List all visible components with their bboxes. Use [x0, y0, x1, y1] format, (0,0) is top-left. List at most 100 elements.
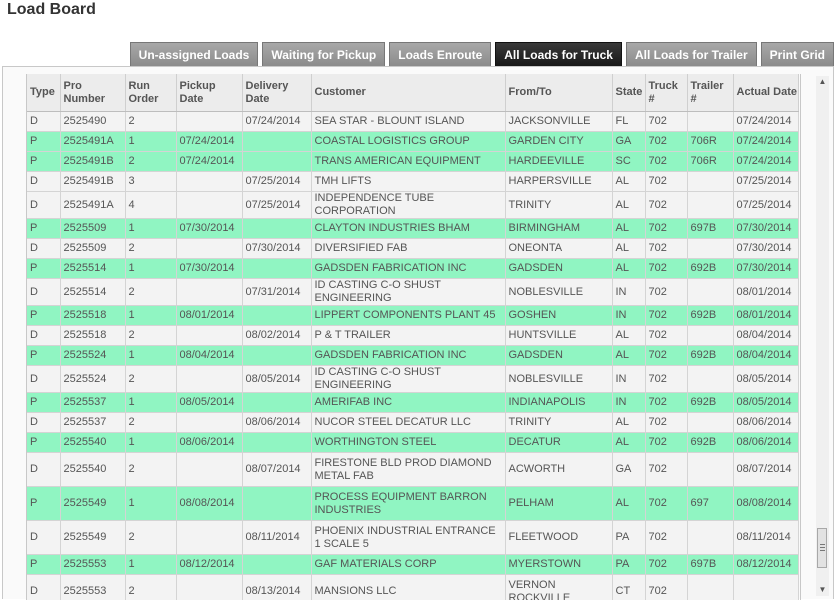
cell-truck: 702	[645, 393, 687, 413]
column-header-delivery-date[interactable]: Delivery Date	[242, 74, 311, 112]
cell-pickup-date	[176, 279, 242, 306]
tab-all-loads-for-trailer[interactable]: All Loads for Trailer	[626, 42, 757, 67]
cell-pro-number: 2525491B	[60, 172, 125, 192]
table-row[interactable]: D2525490207/24/2014SEA STAR - BLOUNT ISL…	[27, 112, 798, 132]
table-row[interactable]: D2525509207/30/2014DIVERSIFIED FABONEONT…	[27, 239, 798, 259]
cell-type: P	[27, 346, 60, 366]
column-header-trailer[interactable]: Trailer #	[687, 74, 733, 112]
cell-pro-number: 2525491B	[60, 152, 125, 172]
cell-actual-date: 08/05/2014	[733, 393, 798, 413]
cell-trailer	[687, 575, 733, 600]
table-row[interactable]: D2525549208/11/2014PHOENIX INDUSTRIAL EN…	[27, 521, 798, 555]
cell-trailer: 692B	[687, 306, 733, 326]
cell-type: P	[27, 393, 60, 413]
table-row[interactable]: P2525514107/30/2014GADSDEN FABRICATION I…	[27, 259, 798, 279]
table-row[interactable]: D2525491B307/25/2014TMH LIFTSHARPERSVILL…	[27, 172, 798, 192]
cell-actual-date: 08/07/2014	[733, 453, 798, 487]
cell-state: IN	[612, 279, 645, 306]
cell-actual-date: 07/30/2014	[733, 239, 798, 259]
table-row[interactable]: P2525509107/30/2014CLAYTON INDUSTRIES BH…	[27, 219, 798, 239]
cell-type: D	[27, 279, 60, 306]
cell-delivery-date: 08/07/2014	[242, 453, 311, 487]
cell-truck: 702	[645, 306, 687, 326]
column-header-customer[interactable]: Customer	[311, 74, 505, 112]
cell-delivery-date: 07/31/2014	[242, 279, 311, 306]
vertical-scrollbar[interactable]: ▲ ▼	[816, 76, 829, 596]
table-row[interactable]: P2525553108/12/2014GAF MATERIALS CORPMYE…	[27, 555, 798, 575]
cell-pickup-date: 07/30/2014	[176, 259, 242, 279]
table-row[interactable]: D2525524208/05/2014ID CASTING C-O SHUST …	[27, 366, 798, 393]
cell-from-to: HARPERSVILLE	[505, 172, 612, 192]
column-header-actual-date[interactable]: Actual Date	[733, 74, 798, 112]
cell-trailer: 692B	[687, 393, 733, 413]
cell-trailer: 697B	[687, 555, 733, 575]
cell-truck: 702	[645, 413, 687, 433]
arrow-up-icon[interactable]: ▲	[816, 76, 829, 88]
cell-run-order: 2	[125, 279, 176, 306]
column-header-pickup-date[interactable]: Pickup Date	[176, 74, 242, 112]
scrollbar-thumb[interactable]	[817, 528, 827, 568]
column-header-truck[interactable]: Truck #	[645, 74, 687, 112]
cell-customer: CLAYTON INDUSTRIES BHAM	[311, 219, 505, 239]
cell-customer: WORTHINGTON STEEL	[311, 433, 505, 453]
cell-state: PA	[612, 521, 645, 555]
cell-customer: PROCESS EQUIPMENT BARRON INDUSTRIES	[311, 487, 505, 521]
cell-actual-date: 08/01/2014	[733, 279, 798, 306]
load-grid-panel: Type Pro Number Run Order Pickup Date De…	[2, 66, 834, 599]
arrow-down-icon[interactable]: ▼	[816, 584, 829, 596]
table-row[interactable]: D2525518208/02/2014P & T TRAILERHUNTSVIL…	[27, 326, 798, 346]
cell-truck: 702	[645, 453, 687, 487]
cell-pro-number: 2525514	[60, 259, 125, 279]
cell-from-to: DECATUR	[505, 433, 612, 453]
table-row[interactable]: P2525524108/04/2014GADSDEN FABRICATION I…	[27, 346, 798, 366]
table-row[interactable]: D2525540208/07/2014FIRESTONE BLD PROD DI…	[27, 453, 798, 487]
tab-waiting-for-pickup[interactable]: Waiting for Pickup	[262, 42, 385, 67]
cell-truck: 702	[645, 219, 687, 239]
table-row[interactable]: D2525491A407/25/2014INDEPENDENCE TUBE CO…	[27, 192, 798, 219]
table-row[interactable]: D2525537208/06/2014NUCOR STEEL DECATUR L…	[27, 413, 798, 433]
cell-type: P	[27, 555, 60, 575]
tab-unassigned-loads[interactable]: Un-assigned Loads	[130, 42, 259, 67]
column-header-run-order[interactable]: Run Order	[125, 74, 176, 112]
cell-pro-number: 2525537	[60, 413, 125, 433]
cell-truck: 702	[645, 346, 687, 366]
cell-delivery-date	[242, 393, 311, 413]
cell-actual-date: 07/30/2014	[733, 259, 798, 279]
column-header-pro-number[interactable]: Pro Number	[60, 74, 125, 112]
column-header-from-to[interactable]: From/To	[505, 74, 612, 112]
cell-state: IN	[612, 393, 645, 413]
table-row[interactable]: D2525514207/31/2014ID CASTING C-O SHUST …	[27, 279, 798, 306]
table-row[interactable]: D2525553208/13/2014MANSIONS LLCVERNON RO…	[27, 575, 798, 600]
cell-customer: GADSDEN FABRICATION INC	[311, 346, 505, 366]
cell-type: D	[27, 575, 60, 600]
cell-pro-number: 2525518	[60, 306, 125, 326]
tab-loads-enroute[interactable]: Loads Enroute	[389, 42, 491, 67]
cell-run-order: 1	[125, 219, 176, 239]
cell-trailer	[687, 326, 733, 346]
table-row[interactable]: P2525540108/06/2014WORTHINGTON STEELDECA…	[27, 433, 798, 453]
cell-from-to: HUNTSVILLE	[505, 326, 612, 346]
cell-delivery-date	[242, 259, 311, 279]
tab-all-loads-for-truck[interactable]: All Loads for Truck	[495, 42, 622, 67]
grip-icon	[820, 544, 825, 552]
cell-from-to: GOSHEN	[505, 306, 612, 326]
table-row[interactable]: P2525491B207/24/2014TRANS AMERICAN EQUIP…	[27, 152, 798, 172]
table-row[interactable]: P2525491A107/24/2014COASTAL LOGISTICS GR…	[27, 132, 798, 152]
cell-type: P	[27, 152, 60, 172]
cell-state: AL	[612, 487, 645, 521]
column-header-state[interactable]: State	[612, 74, 645, 112]
table-row[interactable]: P2525518108/01/2014LIPPERT COMPONENTS PL…	[27, 306, 798, 326]
cell-pro-number: 2525490	[60, 112, 125, 132]
cell-actual-date: 08/06/2014	[733, 413, 798, 433]
cell-from-to: VERNON ROCKVILLE	[505, 575, 612, 600]
cell-state: GA	[612, 132, 645, 152]
table-row[interactable]: P2525537108/05/2014AMERIFAB INCINDIANAPO…	[27, 393, 798, 413]
cell-state: CT	[612, 575, 645, 600]
cell-delivery-date: 07/30/2014	[242, 239, 311, 259]
print-grid-button[interactable]: Print Grid	[761, 42, 834, 67]
cell-pro-number: 2525491A	[60, 192, 125, 219]
cell-state: AL	[612, 326, 645, 346]
column-header-type[interactable]: Type	[27, 74, 60, 112]
cell-pro-number: 2525524	[60, 346, 125, 366]
table-row[interactable]: P2525549108/08/2014PROCESS EQUIPMENT BAR…	[27, 487, 798, 521]
